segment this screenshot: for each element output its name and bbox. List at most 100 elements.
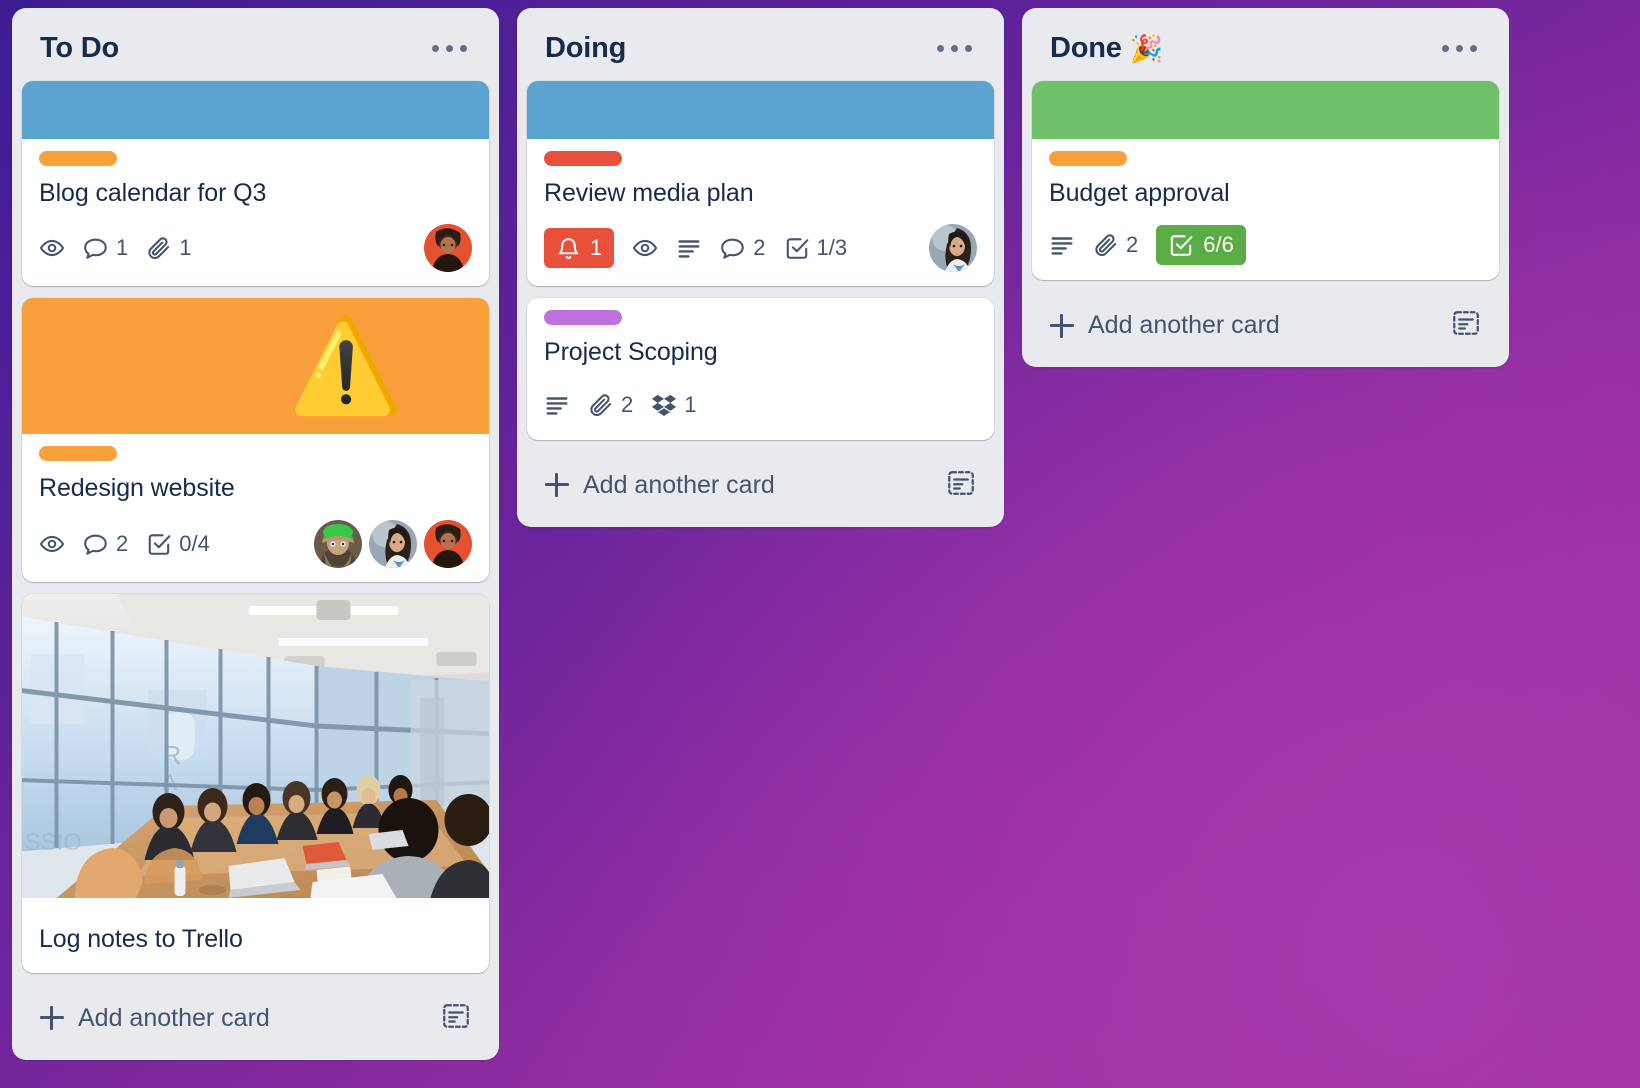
add-another-card-footer[interactable]: Add another card bbox=[1032, 290, 1499, 359]
attachment-icon bbox=[1095, 234, 1117, 257]
card-badges: 2 0/4 bbox=[39, 519, 472, 568]
list-doing: Doing Review media plan 1 2 1/3 Project … bbox=[517, 8, 1004, 527]
ellipsis-dot bbox=[1470, 45, 1477, 52]
avatar-photo-grey bbox=[929, 224, 977, 273]
card-title: Blog calendar for Q3 bbox=[39, 179, 267, 207]
list-title[interactable]: To Do bbox=[40, 32, 119, 65]
card-body: Review media plan 1 2 1/3 bbox=[527, 139, 994, 286]
ellipsis-dot bbox=[1456, 45, 1463, 52]
card-template-icon[interactable] bbox=[946, 468, 976, 503]
attachments-badge: 2 bbox=[1093, 232, 1138, 258]
card-title: Redesign website bbox=[39, 474, 235, 503]
add-another-card-button[interactable]: Add another card bbox=[545, 471, 775, 500]
card-badges: 2 1 bbox=[544, 384, 977, 426]
comments-badge: 1 bbox=[83, 235, 128, 261]
card-template-icon[interactable] bbox=[1451, 308, 1481, 343]
avatar[interactable] bbox=[424, 519, 472, 568]
due-date-badge[interactable]: 1 bbox=[544, 228, 615, 269]
checklist-complete-badge: 6/6 bbox=[1156, 225, 1246, 266]
checklist-badge: 0/4 bbox=[146, 531, 210, 557]
card-badges: 1 1 bbox=[39, 224, 472, 273]
eye-icon bbox=[39, 535, 65, 552]
avatar[interactable] bbox=[369, 519, 417, 568]
list-menu-button[interactable] bbox=[933, 39, 976, 58]
due-date-bell-icon bbox=[558, 237, 579, 259]
list-menu-button[interactable] bbox=[428, 39, 471, 58]
card-body: Redesign website 2 0/4 bbox=[22, 434, 489, 581]
card-review-media-plan[interactable]: Review media plan 1 2 1/3 bbox=[527, 81, 994, 287]
description-icon bbox=[546, 396, 568, 415]
card-labels bbox=[1049, 151, 1482, 166]
list-header-done: Done 🎉 bbox=[1032, 18, 1499, 81]
attachments-count: 2 bbox=[621, 391, 634, 417]
watch-badge[interactable] bbox=[632, 235, 658, 261]
ellipsis-dot bbox=[937, 45, 944, 52]
card-budget-approval[interactable]: Budget approval 2 6/6 bbox=[1032, 81, 1499, 281]
add-another-card-footer[interactable]: Add another card bbox=[527, 450, 994, 519]
avatar[interactable] bbox=[424, 224, 472, 273]
list-to-do: To Do Blog calendar for Q3 1 1 ⚠️ Redesi… bbox=[12, 8, 499, 1060]
card-template-icon[interactable] bbox=[441, 1001, 471, 1036]
card-blog-calendar[interactable]: Blog calendar for Q3 1 1 bbox=[22, 81, 489, 287]
ellipsis-dot bbox=[1442, 45, 1449, 52]
attachments-badge: 1 bbox=[146, 235, 192, 261]
add-another-card-button[interactable]: Add another card bbox=[1050, 311, 1280, 340]
plus-icon bbox=[40, 1006, 64, 1031]
label-orange[interactable] bbox=[1049, 151, 1127, 166]
card-redesign-website[interactable]: ⚠️ Redesign website 2 0/4 bbox=[22, 298, 489, 582]
plus-icon bbox=[1050, 313, 1074, 338]
comments-count: 2 bbox=[116, 530, 129, 556]
ellipsis-dot bbox=[951, 45, 958, 52]
description-badge bbox=[544, 392, 570, 418]
add-another-card-button[interactable]: Add another card bbox=[40, 1004, 270, 1033]
list-header-to-do: To Do bbox=[22, 18, 489, 81]
party-popper-icon: 🎉 bbox=[1129, 33, 1164, 64]
avatar-cartoon-greencap bbox=[314, 519, 362, 568]
warning-icon: ⚠️ bbox=[288, 315, 403, 418]
dropbox-count: 1 bbox=[684, 391, 697, 417]
eye-icon bbox=[633, 240, 658, 257]
card-cover-color-emoji: ⚠️ bbox=[22, 298, 489, 435]
avatar[interactable] bbox=[929, 224, 977, 273]
attachments-badge: 2 bbox=[588, 392, 633, 418]
label-orange[interactable] bbox=[39, 446, 117, 462]
label-red[interactable] bbox=[544, 151, 622, 166]
card-log-notes-to-trello[interactable]: R A SSIO Log notes to Trello bbox=[22, 593, 489, 973]
card-members bbox=[314, 519, 472, 568]
comment-icon bbox=[721, 238, 745, 260]
attachments-count: 2 bbox=[1126, 232, 1139, 258]
comment-icon bbox=[84, 534, 107, 555]
watch-badge[interactable] bbox=[39, 531, 65, 557]
comments-count: 1 bbox=[116, 235, 129, 261]
card-members bbox=[929, 224, 977, 273]
list-title-text: Doing bbox=[545, 32, 627, 64]
add-another-card-label: Add another card bbox=[1088, 311, 1280, 340]
plus-icon bbox=[545, 473, 569, 497]
description-badge bbox=[676, 235, 702, 261]
card-title: Log notes to Trello bbox=[39, 924, 243, 953]
card-cover-color bbox=[1032, 81, 1499, 139]
card-project-scoping[interactable]: Project Scoping 2 1 bbox=[527, 298, 994, 440]
list-menu-button[interactable] bbox=[1438, 39, 1481, 58]
watch-badge[interactable] bbox=[39, 235, 65, 261]
list-title[interactable]: Done 🎉 bbox=[1050, 32, 1163, 65]
label-purple[interactable] bbox=[544, 310, 622, 326]
comments-count: 2 bbox=[753, 235, 766, 261]
card-body: Blog calendar for Q3 1 1 bbox=[22, 139, 489, 286]
list-title[interactable]: Doing bbox=[545, 32, 626, 65]
card-title: Review media plan bbox=[544, 179, 754, 207]
svg-text:SSIO: SSIO bbox=[25, 829, 82, 856]
avatar[interactable] bbox=[314, 519, 362, 568]
card-badges: 1 2 1/3 bbox=[544, 224, 977, 273]
card-body: Project Scoping 2 1 bbox=[527, 298, 994, 439]
card-labels bbox=[544, 310, 977, 326]
checklist-count: 1/3 bbox=[816, 235, 848, 261]
card-cover-photo: R A SSIO bbox=[22, 593, 489, 898]
card-badges: 2 6/6 bbox=[1049, 224, 1482, 266]
checklist-count: 6/6 bbox=[1203, 232, 1234, 258]
card-title: Budget approval bbox=[1049, 179, 1230, 207]
card-members bbox=[424, 224, 472, 273]
checklist-icon bbox=[1171, 235, 1193, 257]
label-orange[interactable] bbox=[39, 151, 117, 166]
add-another-card-footer[interactable]: Add another card bbox=[22, 983, 489, 1052]
